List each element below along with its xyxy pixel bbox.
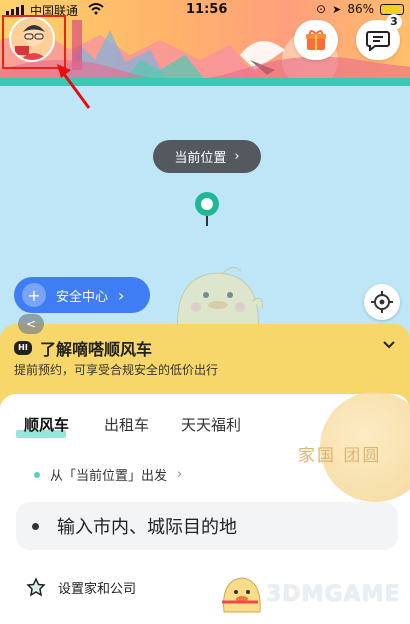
tab-taxi[interactable]: 出租车 — [104, 414, 149, 435]
destination-dot — [32, 522, 39, 530]
destination-input[interactable]: 输入市内、城际目的地 — [16, 502, 398, 550]
message-icon — [366, 31, 390, 51]
tab-carpool[interactable]: 顺风车 — [24, 414, 69, 435]
annotation-highlight-box — [2, 15, 66, 69]
rotation-lock-icon: ⊙ — [316, 2, 327, 16]
destination-placeholder: 输入市内、城际目的地 — [57, 517, 237, 538]
battery-percent: 86% — [347, 2, 374, 16]
annotation-arrow — [57, 64, 91, 109]
status-time: 11:56 — [186, 2, 228, 17]
origin-text: 从「当前位置」出发 — [50, 469, 168, 484]
safety-center-label: 安全中心 — [56, 289, 109, 305]
info-banner-subtitle: 提前预约，可享受合规安全的低价出行 — [14, 363, 219, 377]
info-banner-title: 了解嘀嗒顺风车 — [40, 340, 153, 359]
tab-daily-benefits[interactable]: 天天福利 — [181, 414, 241, 435]
chevron-right-icon: › — [118, 285, 125, 305]
current-location-label: 当前位置 — [174, 151, 227, 166]
star-home-icon — [26, 577, 46, 597]
watermark-text: 3DMGAME — [266, 581, 401, 607]
chevron-down-icon[interactable] — [382, 340, 396, 350]
locate-me-button[interactable] — [364, 284, 400, 320]
collapse-button[interactable]: < — [18, 314, 44, 334]
hi-badge-icon: HI — [14, 341, 32, 355]
crosshair-icon — [371, 291, 393, 313]
festival-text: 家国 团圆 — [298, 446, 382, 466]
watermark-mascot-icon — [222, 577, 261, 613]
battery-icon — [380, 3, 404, 15]
gift-icon — [306, 30, 326, 50]
watermark: 3DMGAME — [218, 572, 400, 616]
origin-dot — [34, 471, 40, 478]
signal-icon — [6, 5, 24, 15]
chevron-right-icon: › — [234, 149, 240, 164]
current-location-pill[interactable]: 当前位置 › — [153, 140, 261, 173]
wifi-icon — [88, 3, 104, 15]
set-home-company-row[interactable]: 设置家和公司 — [26, 577, 136, 597]
message-badge: 3 — [386, 14, 402, 30]
shield-plus-icon: + — [22, 283, 46, 307]
location-arrow-icon: ➤ — [332, 2, 342, 16]
chevron-right-icon: › — [177, 467, 183, 482]
safety-center-button[interactable]: + 安全中心 › — [14, 277, 150, 313]
set-home-company-label: 设置家和公司 — [58, 581, 137, 597]
gift-button[interactable] — [294, 20, 338, 60]
map-pin-icon — [195, 192, 219, 226]
origin-row[interactable]: 从「当前位置」出发 › — [34, 465, 182, 484]
